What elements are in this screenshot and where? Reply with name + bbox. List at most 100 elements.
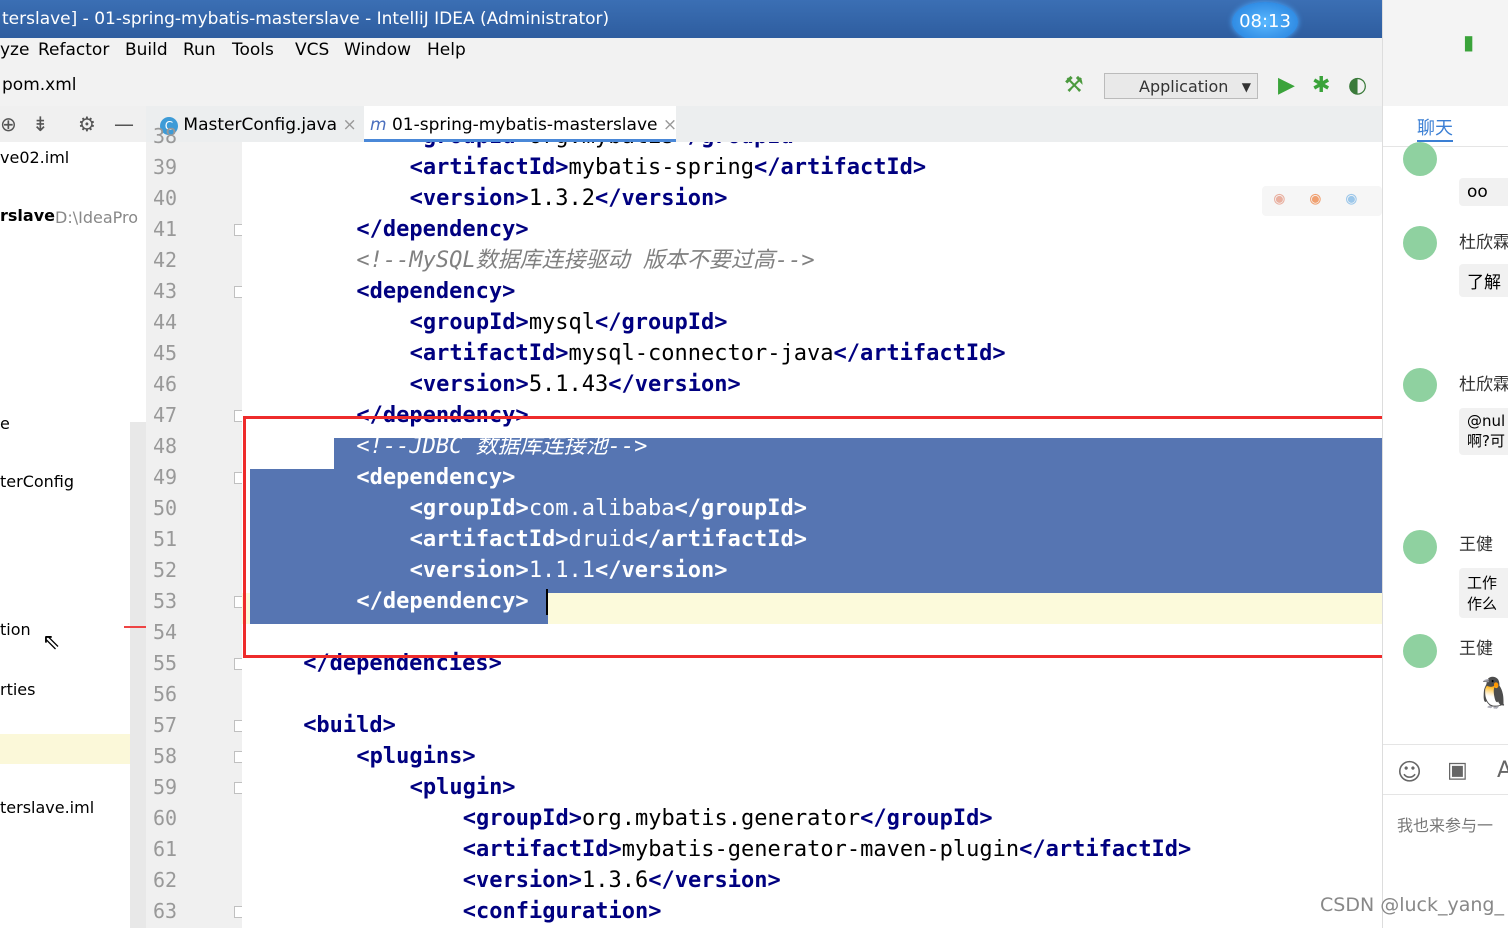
- line-number: 58: [153, 744, 178, 768]
- xml-comment: <!--MySQL数据库连接驱动 版本不要过高-->: [356, 248, 815, 273]
- chrome-icon[interactable]: ◉: [1274, 188, 1285, 209]
- avatar[interactable]: [1403, 530, 1437, 564]
- line-number: 60: [153, 806, 178, 830]
- coverage-icon[interactable]: ◐: [1348, 75, 1367, 97]
- gear-icon[interactable]: ⚙: [78, 112, 96, 136]
- locate-icon[interactable]: ⊕: [0, 112, 17, 136]
- line-number: 57: [153, 713, 178, 737]
- editor-tabs: C MasterConfig.java × m 01-spring-mybati…: [146, 106, 1382, 143]
- menu-build[interactable]: Build: [125, 40, 168, 60]
- line-number: 40: [153, 186, 178, 210]
- xml-close-tag: </version>: [648, 868, 781, 893]
- close-icon[interactable]: ×: [342, 115, 356, 135]
- chat-input[interactable]: 我也来参与一: [1397, 812, 1493, 836]
- xml-open-tag: <groupId>: [409, 310, 529, 335]
- code-line: <version>5.1.43</version>: [410, 369, 741, 400]
- line-number: 47: [153, 403, 178, 427]
- code-line: <groupId>mysql</groupId>: [410, 307, 728, 338]
- avatar[interactable]: [1403, 634, 1437, 668]
- line-number: 63: [153, 899, 178, 923]
- tree-item-module[interactable]: rslave: [0, 206, 55, 225]
- xml-open-tag: <artifactId>: [462, 837, 622, 862]
- chat-divider: [1383, 146, 1508, 147]
- xml-text: 1.3.6: [582, 868, 649, 893]
- menu-run[interactable]: Run: [183, 40, 216, 60]
- code-line: <version>1.3.2</version>: [410, 183, 728, 214]
- xml-close-tag: </version>: [608, 372, 741, 397]
- run-icon[interactable]: ▶: [1278, 75, 1295, 97]
- edge-icon[interactable]: ◉: [1346, 188, 1357, 209]
- xml-text: mybatis-generator-maven-plugin: [621, 837, 1020, 862]
- chat-message: oo: [1459, 178, 1508, 206]
- tab-masterconfig[interactable]: C MasterConfig.java ×: [154, 106, 360, 142]
- tree-item-masterslave-iml[interactable]: terslave.iml: [0, 798, 94, 817]
- hide-icon[interactable]: —: [114, 112, 134, 136]
- menu-analyze[interactable]: yze: [0, 40, 29, 60]
- menu-refactor[interactable]: Refactor: [38, 40, 109, 60]
- xml-open-tag: <artifactId>: [409, 341, 569, 366]
- xml-close-tag: </groupId>: [675, 142, 807, 149]
- line-number: 38: [153, 124, 178, 148]
- menu-vcs[interactable]: VCS: [295, 40, 329, 60]
- project-scrollbar[interactable]: [130, 422, 146, 928]
- chat-tab[interactable]: 聊天: [1417, 114, 1453, 142]
- tree-item-path: D:\IdeaPro: [55, 208, 139, 227]
- tree-item-masterconfig[interactable]: terConfig: [0, 472, 74, 491]
- code-line: <groupId>org.mybatis</groupId>: [410, 142, 807, 152]
- code-line: <groupId>org.mybatis.generator</groupId>: [463, 803, 993, 834]
- chat-panel: ▮ 聊天 oo 杜欣霖 了解 杜欣霖 @nul 啊?可 王健 工作 作么 王健 …: [1382, 0, 1508, 928]
- close-icon[interactable]: ×: [663, 115, 677, 135]
- browser-icons: ◉ ◉ ◉: [1262, 186, 1382, 216]
- xml-open-tag: <artifactId>: [409, 155, 569, 180]
- xml-close-tag: </artifactId>: [1019, 837, 1192, 862]
- xml-text: org.mybatis.generator: [582, 806, 861, 831]
- tree-item-e[interactable]: e: [0, 414, 10, 433]
- line-number: 54: [153, 620, 178, 644]
- xml-open-tag: <configuration>: [462, 899, 662, 924]
- run-config-dropdown[interactable]: Application ▼: [1104, 73, 1258, 99]
- signal-icon: ▮: [1463, 30, 1475, 54]
- tree-item-iml[interactable]: ve02.iml: [0, 148, 69, 167]
- mouse-cursor-icon: ⇖: [42, 630, 61, 655]
- menu-tools[interactable]: Tools: [232, 40, 274, 60]
- chat-header: ▮: [1383, 0, 1508, 106]
- code-line: </dependency>: [356, 214, 528, 245]
- xml-open-tag: <plugins>: [356, 744, 476, 769]
- code-line: <plugin>: [410, 772, 516, 803]
- firefox-icon[interactable]: ◉: [1310, 188, 1321, 209]
- xml-open-tag: </dependency>: [356, 217, 529, 242]
- debug-icon[interactable]: ✱: [1312, 75, 1330, 97]
- emoji-icon[interactable]: ☺: [1397, 758, 1422, 786]
- line-number: 41: [153, 217, 178, 241]
- line-number: 46: [153, 372, 178, 396]
- tab-pom[interactable]: m 01-spring-mybatis-masterslave ×: [364, 106, 677, 142]
- xml-open-tag: <dependency>: [356, 279, 516, 304]
- project-tree: ve02.iml rslave D:\IdeaPro e terConfig t…: [0, 142, 146, 928]
- image-icon[interactable]: ▣: [1447, 758, 1468, 783]
- breadcrumb-pom[interactable]: pom.xml: [2, 75, 77, 95]
- menu-window[interactable]: Window: [344, 40, 411, 60]
- window-title: terslave] - 01-spring-mybatis-masterslav…: [2, 9, 610, 29]
- avatar[interactable]: [1403, 142, 1437, 176]
- avatar[interactable]: [1403, 226, 1437, 260]
- xml-open-tag: <version>: [409, 186, 529, 211]
- line-number: 52: [153, 558, 178, 582]
- xml-close-tag: </version>: [595, 186, 728, 211]
- chat-sender: 王健: [1459, 535, 1493, 555]
- xml-text: mybatis-spring: [568, 155, 754, 180]
- font-icon[interactable]: A: [1497, 758, 1508, 783]
- xml-open-tag: <version>: [409, 372, 529, 397]
- line-number: 51: [153, 527, 178, 551]
- tree-item-properties[interactable]: rties: [0, 680, 35, 699]
- xml-open-tag: <version>: [462, 868, 583, 893]
- hammer-icon[interactable]: ⚒: [1064, 75, 1084, 97]
- xml-text: 5.1.43: [528, 372, 609, 397]
- tree-item-application[interactable]: tion: [0, 620, 31, 639]
- chat-input-divider: [1383, 744, 1508, 745]
- watermark: CSDN @luck_yang_: [1320, 894, 1504, 916]
- collapse-icon[interactable]: ⇟: [32, 112, 49, 136]
- menu-bar: yze Refactor Build Run Tools VCS Window …: [0, 38, 1382, 66]
- line-number: 56: [153, 682, 178, 706]
- avatar[interactable]: [1403, 368, 1437, 402]
- menu-help[interactable]: Help: [427, 40, 466, 60]
